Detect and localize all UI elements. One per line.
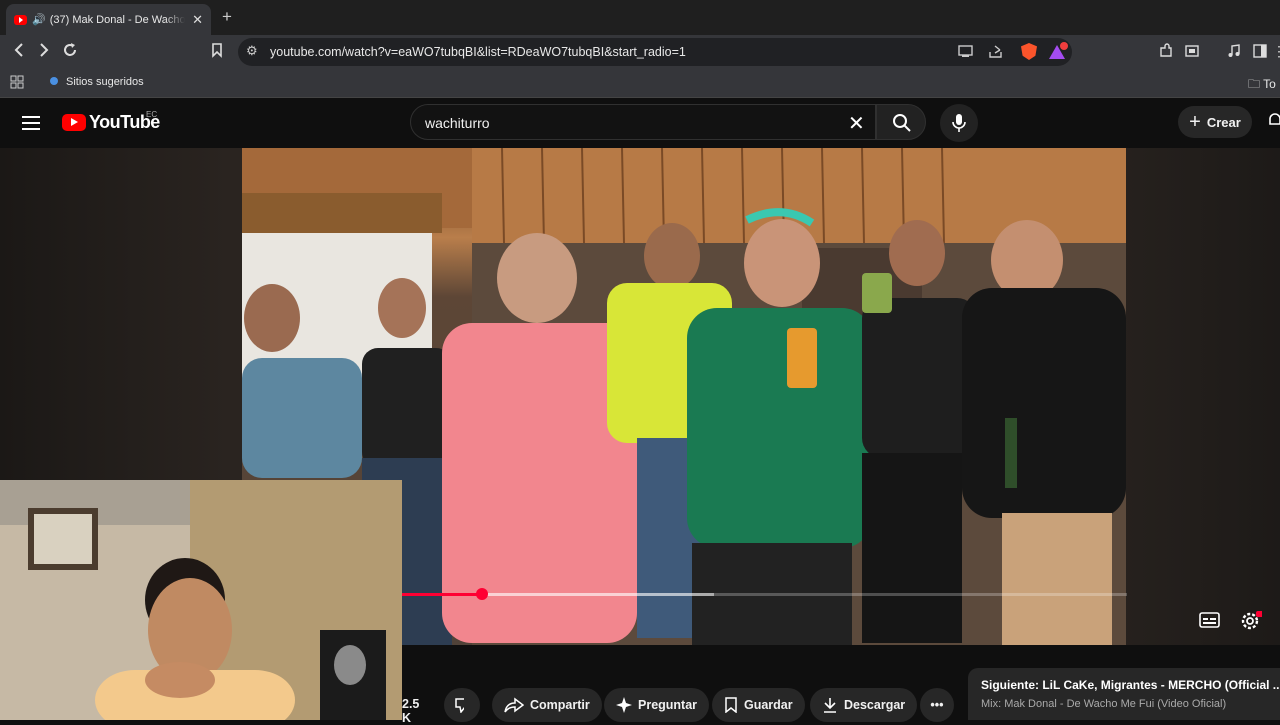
youtube-header: YouTube EC wachiturro ✕ + Crear — [0, 98, 1280, 148]
search-button[interactable] — [876, 104, 926, 140]
youtube-play-logo-icon — [62, 114, 86, 131]
tab-title: (37) Mak Donal - De Wacho M — [49, 13, 185, 26]
dislike-button[interactable] — [444, 688, 480, 722]
media-controls-icon[interactable] — [1226, 43, 1242, 59]
more-actions-button[interactable]: ••• — [920, 688, 954, 722]
create-button[interactable]: + Crear — [1178, 106, 1252, 138]
reload-icon[interactable] — [62, 42, 78, 58]
country-code: EC — [146, 110, 158, 119]
progress-played — [402, 593, 482, 596]
browser-toolbar: ⚙ youtube.com/watch?v=eaWO7tubqBI&list=R… — [0, 35, 1280, 69]
download-label: Descargar — [844, 698, 906, 712]
microphone-icon — [952, 114, 966, 132]
folder-icon: 🗀 — [1248, 77, 1261, 91]
bookmark-save-icon — [725, 697, 737, 713]
up-next-subtitle: Mix: Mak Donal - De Wacho Me Fui (Video … — [981, 698, 1227, 710]
bookmark-suggested-sites[interactable]: Sitios sugeridos — [50, 76, 144, 88]
notification-dot — [1060, 42, 1068, 50]
save-label: Guardar — [744, 698, 793, 712]
address-bar[interactable]: ⚙ youtube.com/watch?v=eaWO7tubqBI&list=R… — [238, 38, 1072, 66]
back-icon[interactable] — [12, 42, 26, 58]
share-label: Compartir — [530, 698, 590, 712]
bookmark-icon[interactable] — [210, 42, 224, 58]
save-button[interactable]: Guardar — [712, 688, 805, 722]
download-icon — [824, 698, 836, 713]
ask-label: Preguntar — [638, 698, 698, 712]
more-horizontal-icon: ••• — [930, 698, 944, 712]
brave-shields-icon[interactable] — [1021, 43, 1037, 60]
share-arrow-icon — [504, 697, 524, 713]
close-tab-icon[interactable]: ✕ — [192, 12, 203, 28]
youtube-favicon-icon — [14, 14, 27, 25]
browser-tab-active[interactable]: 🔊 (37) Mak Donal - De Wacho M ✕ — [6, 4, 211, 35]
bookmarks-bar: Sitios sugeridos 🗀 To — [0, 69, 1280, 98]
browser-tab-bar: 🔊 (37) Mak Donal - De Wacho M ✕ + — [0, 0, 1280, 35]
plus-icon: + — [1189, 110, 1201, 133]
search-icon — [893, 114, 911, 132]
progress-scrubber-handle[interactable] — [475, 588, 488, 600]
extensions-icon[interactable] — [1158, 43, 1174, 59]
settings-gear-icon[interactable] — [1240, 610, 1262, 630]
search-value[interactable]: wachiturro — [425, 115, 490, 131]
url-text[interactable]: youtube.com/watch?v=eaWO7tubqBI&list=RDe… — [270, 45, 686, 59]
speaker-icon[interactable]: 🔊 — [32, 13, 46, 26]
bookmark-folder[interactable]: 🗀 To — [1248, 75, 1276, 96]
like-count: 2.5 K — [402, 697, 420, 725]
notifications-bell-icon[interactable] — [1268, 112, 1280, 128]
webcam-overlay — [0, 480, 402, 720]
webcam-image — [0, 480, 402, 720]
globe-icon — [50, 77, 58, 85]
menu-icon[interactable]: ⋮ — [1272, 43, 1280, 60]
clear-search-icon[interactable]: ✕ — [848, 111, 865, 136]
install-app-icon[interactable] — [958, 44, 974, 58]
subtitles-icon[interactable] — [1199, 610, 1221, 630]
dislike-icon — [455, 698, 464, 713]
site-settings-icon[interactable]: ⚙ — [246, 43, 258, 59]
share-icon[interactable] — [988, 44, 1004, 58]
voice-search-button[interactable] — [940, 104, 978, 142]
sidebar-icon[interactable] — [1252, 43, 1268, 59]
apps-grid-icon[interactable] — [10, 75, 24, 89]
new-tab-button[interactable]: + — [222, 7, 232, 27]
tab-manager-icon[interactable] — [1184, 43, 1200, 59]
menu-hamburger-icon[interactable] — [22, 116, 40, 134]
sparkle-icon — [616, 697, 632, 713]
download-button[interactable]: Descargar — [810, 688, 918, 722]
up-next-card[interactable]: Siguiente: LiL CaKe, Migrantes - MERCHO … — [968, 668, 1280, 720]
forward-icon[interactable] — [37, 42, 51, 58]
share-button[interactable]: Compartir — [492, 688, 602, 722]
ask-button[interactable]: Preguntar — [604, 688, 710, 722]
create-label: Crear — [1206, 114, 1241, 130]
up-next-title[interactable]: Siguiente: LiL CaKe, Migrantes - MERCHO … — [981, 678, 1280, 692]
search-input[interactable]: wachiturro ✕ — [410, 104, 876, 140]
